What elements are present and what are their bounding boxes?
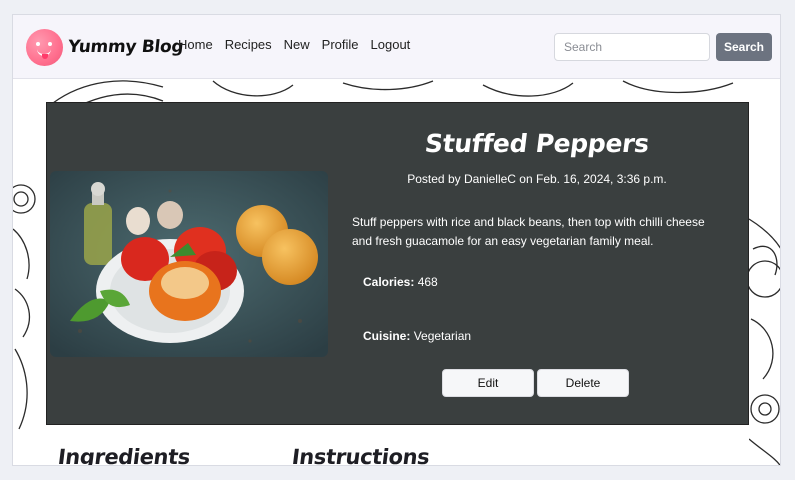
nav-profile[interactable]: Profile <box>322 37 359 52</box>
cuisine-label: Cuisine: <box>363 329 411 343</box>
recipe-photo <box>50 171 328 357</box>
calories-value: 468 <box>417 275 438 289</box>
recipe-card: Stuffed Peppers Posted by DanielleC on F… <box>46 102 749 425</box>
smiling-face-tongue-icon <box>26 28 63 66</box>
brand-name: Yummy Blog <box>66 37 185 57</box>
recipe-sections: Ingredients Instructions <box>46 425 749 466</box>
search-input[interactable] <box>554 33 710 61</box>
main-nav: Home Recipes New Profile Logout <box>178 37 410 52</box>
delete-button[interactable]: Delete <box>537 369 629 397</box>
edit-button[interactable]: Edit <box>442 369 534 397</box>
ingredients-heading: Ingredients <box>56 445 192 466</box>
nav-new[interactable]: New <box>284 37 310 52</box>
browser-viewport: Yummy Blog Home Recipes New Profile Logo… <box>12 14 781 466</box>
recipe-description: Stuff peppers with rice and black beans,… <box>352 215 705 248</box>
search-button[interactable]: Search <box>716 33 772 61</box>
calories-info: Calories: 468 <box>363 275 438 289</box>
recipe-title: Stuffed Peppers <box>423 129 651 158</box>
calories-label: Calories: <box>363 275 415 289</box>
instructions-heading: Instructions <box>290 445 431 466</box>
brand[interactable]: Yummy Blog <box>26 28 185 66</box>
nav-recipes[interactable]: Recipes <box>225 37 272 52</box>
cuisine-info: Cuisine: Vegetarian <box>363 329 471 343</box>
posted-by: Posted by DanielleC on Feb. 16, 2024, 3:… <box>407 172 667 186</box>
navbar: Yummy Blog Home Recipes New Profile Logo… <box>13 15 780 79</box>
nav-home[interactable]: Home <box>178 37 213 52</box>
cuisine-value: Vegetarian <box>413 329 472 343</box>
nav-logout[interactable]: Logout <box>371 37 411 52</box>
